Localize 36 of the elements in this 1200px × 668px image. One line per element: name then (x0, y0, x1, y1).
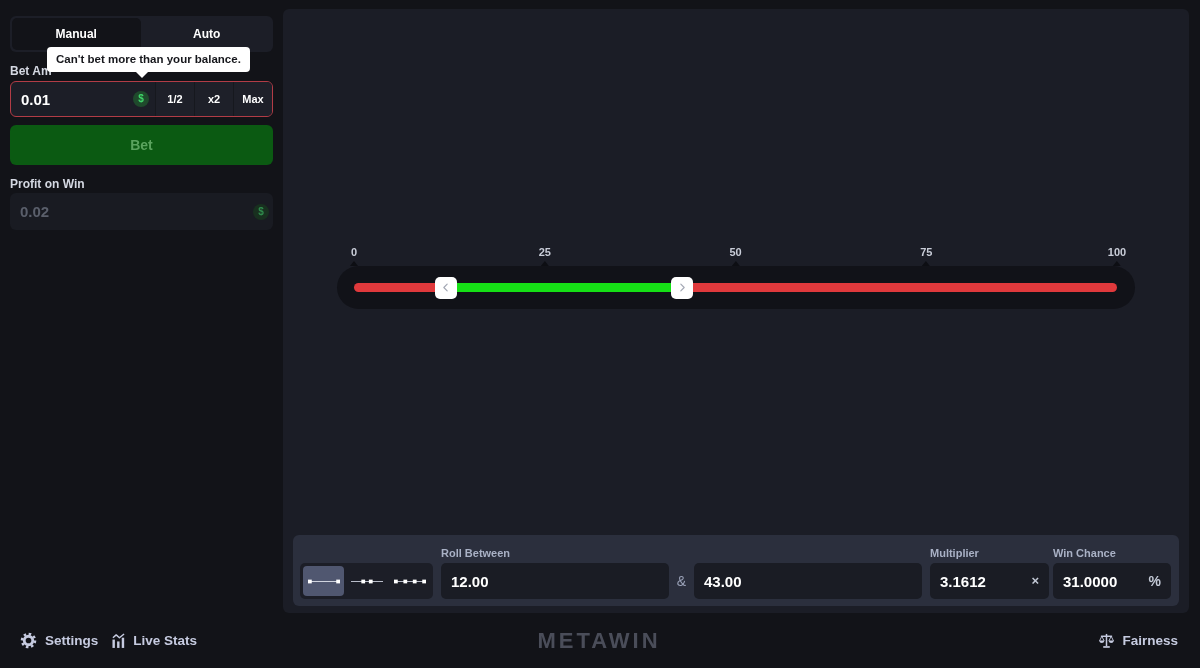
tab[interactable]: Auto (142, 18, 271, 50)
dotted-line-icon (393, 578, 426, 584)
fairness-link[interactable]: Fairness (1099, 633, 1178, 648)
chevron-left-icon (443, 283, 449, 292)
range-handle[interactable] (434, 276, 457, 299)
roll-field[interactable]: 12.00 (441, 563, 669, 599)
bar-chart-icon (112, 633, 126, 648)
tick-label: 25 (538, 246, 551, 258)
bet-amount-input[interactable]: 0.01 (11, 82, 133, 116)
field-label: Multiplier (930, 547, 980, 559)
line-endpoints-icon (307, 578, 340, 584)
tick-label: 0 (350, 246, 358, 258)
tick-label: 50 (729, 246, 742, 258)
scales-icon (1099, 633, 1115, 648)
separator-label: & (675, 573, 688, 589)
tick-label: 100 (1107, 246, 1127, 258)
field-label: Win Chance (1053, 547, 1117, 559)
range-handle[interactable] (671, 276, 694, 299)
error-tooltip: Can't bet more than your balance. (47, 47, 250, 72)
brand-logo: METAWIN (537, 627, 661, 654)
chevron-right-icon (679, 283, 685, 292)
bet-amount-field[interactable]: 0.01 $ 1/2 x2 Max (10, 81, 273, 117)
live-stats-link[interactable]: Live Stats (112, 633, 198, 648)
settings-icon (20, 632, 37, 649)
dollar-sign: $ (133, 91, 149, 107)
line-inner-dots-icon (350, 578, 383, 584)
roll-field[interactable]: 43.00 (694, 563, 922, 599)
unit-label: × (1031, 573, 1039, 589)
tick-label: 75 (920, 246, 933, 258)
unit-label: % (1148, 573, 1161, 589)
settings-link[interactable]: Settings (20, 632, 99, 649)
tab[interactable]: Manual (12, 18, 141, 50)
field-label: Profit on Win (10, 178, 85, 190)
tooltip-pointer-icon (136, 72, 148, 78)
bet-adjust-button[interactable]: Max (233, 82, 272, 116)
field-label: Roll Between (441, 547, 512, 559)
